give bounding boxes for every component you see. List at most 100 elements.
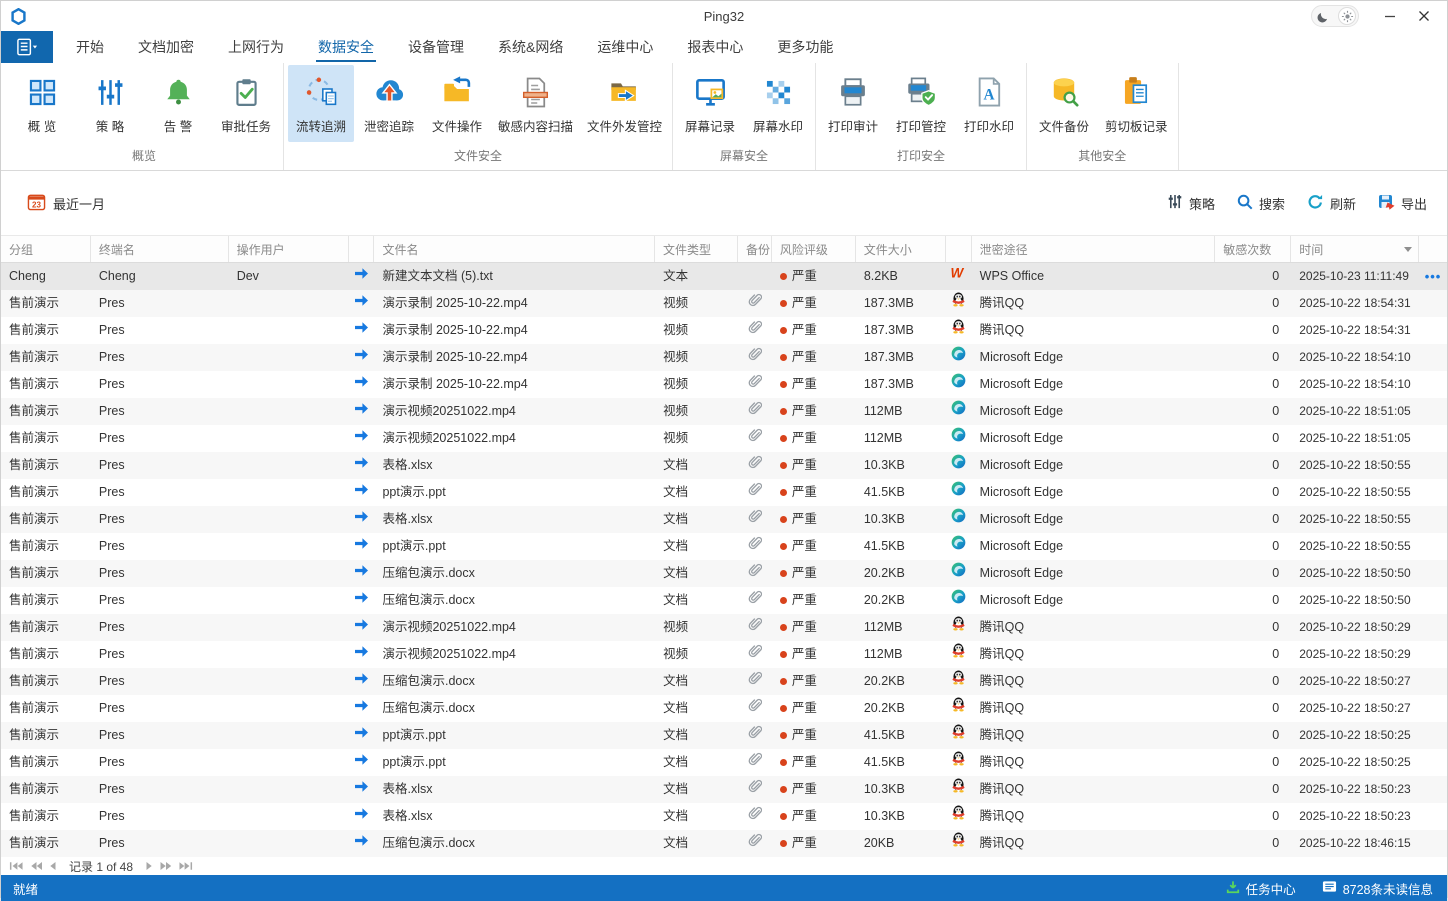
trace-icon xyxy=(304,71,339,113)
column-header-filetype[interactable]: 文件类型 xyxy=(655,236,738,262)
cell-count: 0 xyxy=(1272,566,1280,580)
table-row[interactable]: 售前演示 Pres 演示录制 2025-10-22.mp4 视频 严重 187.3MB 腾讯… xyxy=(1,290,1447,317)
table-row[interactable]: 售前演示 Pres 演示录制 2025-10-22.mp4 视频 严重 187.3MB 腾讯… xyxy=(1,317,1447,344)
table-row[interactable]: 售前演示 Pres 压缩包演示.docx 文档 严重 20.2KB 腾讯QQ 0 2025-10… xyxy=(1,668,1447,695)
table-row[interactable]: 售前演示 Pres 表格.xlsx 文档 严重 10.3KB Microsoft Edge 0… xyxy=(1,506,1447,533)
minimize-button[interactable] xyxy=(1373,3,1407,29)
column-header-risk[interactable]: 风险评级 xyxy=(772,236,856,262)
alert-button[interactable]: 告 警 xyxy=(145,65,211,142)
cell-group: 售前演示 xyxy=(9,431,60,445)
policy-action-button[interactable]: 策略 xyxy=(1167,194,1215,213)
table-row[interactable]: 售前演示 Pres 表格.xlsx 文档 严重 10.3KB 腾讯QQ 0 2025-10-22… xyxy=(1,803,1447,830)
refresh-action-button[interactable]: 刷新 xyxy=(1307,194,1356,213)
cell-file: 压缩包演示.docx xyxy=(382,674,475,688)
cell-size: 112MB xyxy=(863,404,903,418)
pager-first-button[interactable] xyxy=(9,861,23,871)
risk-label: 严重 xyxy=(791,458,817,473)
column-header-time[interactable]: 时间 xyxy=(1291,236,1420,262)
close-button[interactable] xyxy=(1407,3,1441,29)
forward-arrow-icon xyxy=(354,506,369,533)
sensitive-scan-button[interactable]: 敏感内容扫描 xyxy=(492,65,579,142)
tab-ops-center[interactable]: 运维中心 xyxy=(580,31,670,63)
screen-watermark-button[interactable]: 屏幕水印 xyxy=(745,65,811,142)
column-header-count[interactable]: 敏感次数 xyxy=(1215,236,1292,262)
table-row[interactable]: 售前演示 Pres ppt演示.ppt 文档 严重 41.5KB Microsoft Edg… xyxy=(1,479,1447,506)
print-control-button[interactable]: 打印管控 xyxy=(888,65,954,142)
print-audit-button[interactable]: 打印审计 xyxy=(820,65,886,142)
theme-toggle[interactable] xyxy=(1311,5,1359,27)
ribbon-button-label: 文件外发管控 xyxy=(587,120,663,134)
table-row[interactable]: 售前演示 Pres 演示视频20251022.mp4 视频 严重 112MB 腾讯QQ 0 20… xyxy=(1,641,1447,668)
screen-record-button[interactable]: 屏幕记录 xyxy=(677,65,743,142)
paperclip-icon xyxy=(748,803,763,830)
table-row[interactable]: 售前演示 Pres 演示视频20251022.mp4 视频 严重 112MB Microso… xyxy=(1,425,1447,452)
printwm-icon: A xyxy=(972,71,1006,113)
column-header-appicon xyxy=(946,236,972,262)
file-menu-button[interactable] xyxy=(1,31,53,63)
column-header-terminal[interactable]: 终端名 xyxy=(91,236,229,262)
cell-menu xyxy=(1419,452,1447,479)
leak-trace-button[interactable]: 泄密追踪 xyxy=(356,65,422,142)
cell-group: 售前演示 xyxy=(9,620,60,634)
table-row[interactable]: 售前演示 Pres ppt演示.ppt 文档 严重 41.5KB Microsoft Edg… xyxy=(1,533,1447,560)
tab-home[interactable]: 开始 xyxy=(59,31,121,63)
table-row[interactable]: 售前演示 Pres 表格.xlsx 文档 严重 10.3KB Microsoft Edge 0… xyxy=(1,452,1447,479)
search-action-button[interactable]: 搜索 xyxy=(1237,194,1285,213)
pager-next-page-button[interactable] xyxy=(160,861,172,871)
table-row[interactable]: 售前演示 Pres 演示录制 2025-10-22.mp4 视频 严重 187.3MB Mi… xyxy=(1,371,1447,398)
pager-next-button[interactable] xyxy=(146,861,153,871)
table-row[interactable]: 售前演示 Pres 演示录制 2025-10-22.mp4 视频 严重 187.3MB Mi… xyxy=(1,344,1447,371)
table-row[interactable]: 售前演示 Pres 表格.xlsx 文档 严重 10.3KB 腾讯QQ 0 2025-10-22… xyxy=(1,776,1447,803)
table-row[interactable]: 售前演示 Pres ppt演示.ppt 文档 严重 41.5KB 腾讯QQ 0 2025-10-… xyxy=(1,749,1447,776)
pager-prev-page-button[interactable] xyxy=(30,861,42,871)
column-header-backup[interactable]: 备份 xyxy=(738,236,772,262)
clipboard-record-button[interactable]: 剪切板记录 xyxy=(1099,65,1174,142)
table-row[interactable]: 售前演示 Pres ppt演示.ppt 文档 严重 41.5KB 腾讯QQ 0 2025-10-… xyxy=(1,722,1447,749)
column-header-filename[interactable]: 文件名 xyxy=(374,236,656,262)
table-row[interactable]: 售前演示 Pres 压缩包演示.docx 文档 严重 20.2KB 腾讯QQ 0 2025-10… xyxy=(1,695,1447,722)
row-menu-button[interactable]: ••• xyxy=(1425,263,1442,290)
tab-device-mgmt[interactable]: 设备管理 xyxy=(391,31,481,63)
overview-button[interactable]: 概 览 xyxy=(9,65,75,142)
table-row[interactable]: 售前演示 Pres 演示视频20251022.mp4 视频 严重 112MB 腾讯QQ 0 20… xyxy=(1,614,1447,641)
tab-data-security[interactable]: 数据安全 xyxy=(301,31,391,63)
file-outgoing-control-button[interactable]: 文件外发管控 xyxy=(581,65,668,142)
file-operations-button[interactable]: 文件操作 xyxy=(424,65,490,142)
print-watermark-button[interactable]: A 打印水印 xyxy=(956,65,1022,142)
column-header-operator[interactable]: 操作用户 xyxy=(229,236,349,262)
cell-group: 售前演示 xyxy=(9,728,60,742)
tab-report-center[interactable]: 报表中心 xyxy=(670,31,760,63)
column-header-group[interactable]: 分组 xyxy=(1,236,91,262)
status-text: 就绪 xyxy=(13,882,39,897)
table-row[interactable]: 售前演示 Pres 压缩包演示.docx 文档 严重 20KB 腾讯QQ 0 2025-10-2… xyxy=(1,830,1447,857)
cell-type: 文本 xyxy=(663,269,689,283)
tab-system-network[interactable]: 系统&网络 xyxy=(481,31,580,63)
table-row[interactable]: 售前演示 Pres 压缩包演示.docx 文档 严重 20.2KB Microsoft Ed… xyxy=(1,560,1447,587)
pager-last-button[interactable] xyxy=(179,861,193,871)
cell-count: 0 xyxy=(1272,593,1280,607)
date-range-filter[interactable]: 23 最近一月 xyxy=(27,193,105,214)
column-header-filesize[interactable]: 文件大小 xyxy=(856,236,946,262)
export-action-button[interactable]: 导出 xyxy=(1378,194,1427,213)
pager-prev-button[interactable] xyxy=(49,861,56,871)
policy-button[interactable]: 策 略 xyxy=(77,65,143,142)
tab-more-features[interactable]: 更多功能 xyxy=(760,31,850,63)
tab-web-behavior[interactable]: 上网行为 xyxy=(211,31,301,63)
light-mode-sun-icon[interactable] xyxy=(1338,7,1356,25)
table-row[interactable]: Cheng Cheng Dev 新建文本文档 (5).txt 文本 严重 8.2KB W WPS… xyxy=(1,263,1447,290)
cell-arrow xyxy=(349,533,375,560)
approval-tasks-button[interactable]: 审批任务 xyxy=(213,65,279,142)
task-center-button[interactable]: 任务中心 xyxy=(1226,879,1296,898)
table-row[interactable]: 售前演示 Pres 演示视频20251022.mp4 视频 严重 112MB Microso… xyxy=(1,398,1447,425)
tab-doc-encrypt[interactable]: 文档加密 xyxy=(121,31,211,63)
cell-type: 视频 xyxy=(663,377,689,391)
table-row[interactable]: 售前演示 Pres 压缩包演示.docx 文档 严重 20.2KB Microsoft Ed… xyxy=(1,587,1447,614)
flow-trace-button[interactable]: 流转追溯 xyxy=(288,65,354,142)
action-label: 搜索 xyxy=(1258,196,1285,212)
cell-backup xyxy=(738,830,772,857)
sort-caret-icon[interactable] xyxy=(1404,246,1413,252)
file-backup-button[interactable]: 文件备份 xyxy=(1031,65,1097,142)
unread-messages-button[interactable]: 8728条未读信息 xyxy=(1322,879,1433,898)
dark-mode-moon-icon[interactable] xyxy=(1314,7,1332,25)
column-header-channel[interactable]: 泄密途径 xyxy=(972,236,1216,262)
